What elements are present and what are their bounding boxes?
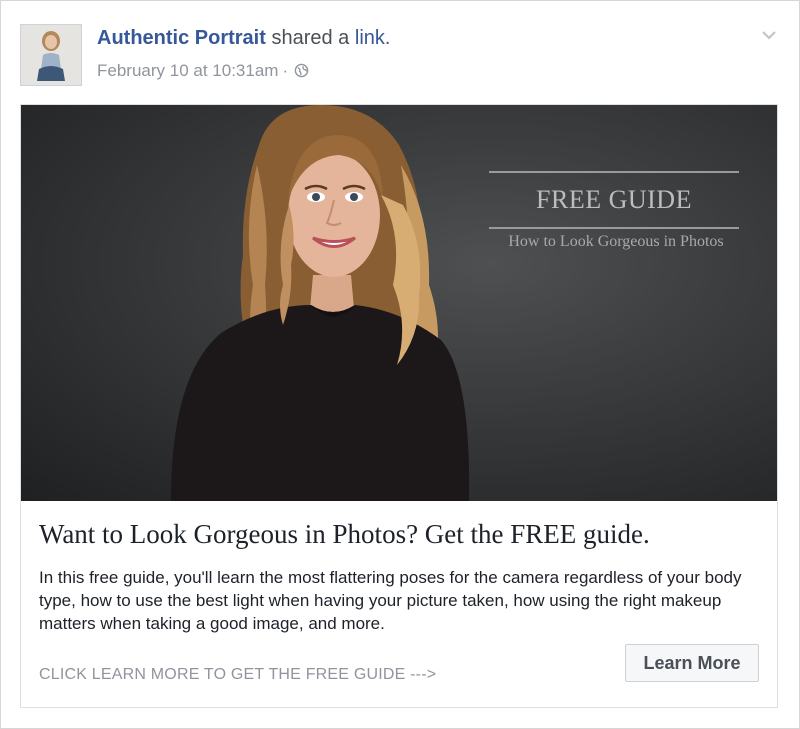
meta-separator: · — [282, 61, 289, 80]
shared-link-text[interactable]: link. — [355, 27, 391, 49]
link-preview-image[interactable]: FREE GUIDE How to Look Gorgeous in Photo… — [21, 105, 777, 501]
guide-bottom-rule — [489, 227, 739, 229]
link-preview-body: Want to Look Gorgeous in Photos? Get the… — [21, 501, 777, 707]
link-title[interactable]: Want to Look Gorgeous in Photos? Get the… — [39, 519, 769, 550]
post-meta: February 10 at 10:31am · — [97, 61, 309, 83]
post-timestamp[interactable]: February 10 at 10:31am — [97, 61, 278, 80]
guide-title: FREE GUIDE — [536, 185, 692, 214]
link-preview-card[interactable]: FREE GUIDE How to Look Gorgeous in Photo… — [20, 104, 778, 708]
author-name-link[interactable]: Authentic Portrait — [97, 27, 266, 49]
learn-more-button[interactable]: Learn More — [625, 644, 759, 682]
globe-icon — [294, 63, 309, 83]
post-header: Authentic Portrait shared a link. — [97, 27, 390, 50]
link-caption: CLICK LEARN MORE TO GET THE FREE GUIDE -… — [39, 666, 437, 683]
link-description: In this free guide, you'll learn the mos… — [39, 568, 742, 633]
chevron-down-icon[interactable] — [758, 24, 780, 46]
portrait-photo — [171, 105, 470, 501]
avatar-image — [21, 25, 81, 85]
guide-subtitle: How to Look Gorgeous in Photos — [508, 233, 724, 250]
shared-action-text: shared a — [271, 27, 350, 49]
author-avatar[interactable] — [20, 24, 82, 86]
feed-post: Authentic Portrait shared a link. Februa… — [0, 0, 798, 727]
guide-top-rule — [489, 171, 739, 173]
